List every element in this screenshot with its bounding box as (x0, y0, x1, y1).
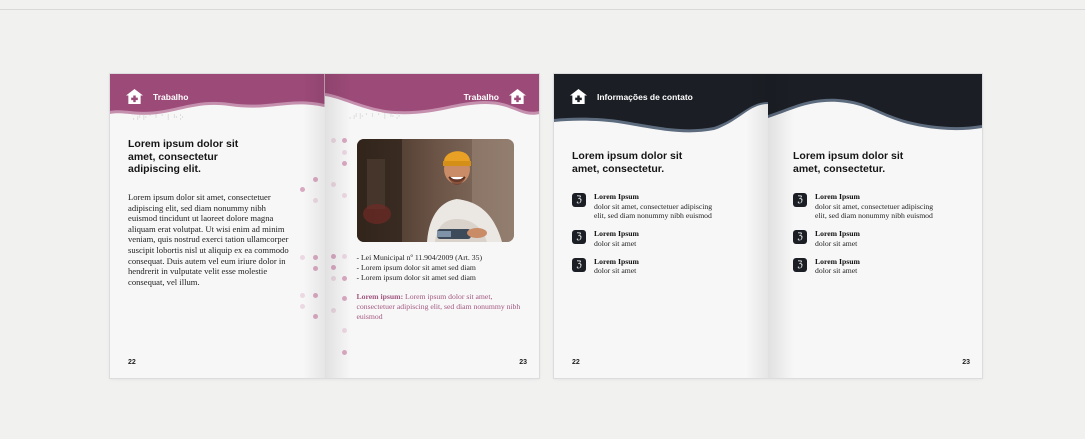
page-22-work: Trabalho ⠠⠞⠗⠁⠃⠁⠇⠓⠕ Lorem ipsum dolor sit… (110, 74, 325, 378)
house-plus-icon (126, 88, 143, 105)
page-title: Lorem ipsum dolor sit amet, consectetur. (793, 150, 904, 175)
law-bullets: - Lei Municipal nº 11.904/2009 (Art. 35)… (357, 253, 527, 283)
section-header: Informações de contato (569, 88, 693, 105)
contact-item: ℨ Lorem Ipsum dolor sit amet, consectetue… (793, 192, 935, 221)
photo-smiling-man (356, 139, 514, 242)
bullet-item: - Lei Municipal nº 11.904/2009 (Art. 35) (356, 253, 483, 262)
contact-title: Lorem Ipsum (815, 192, 860, 201)
highlight-note-label: Lorem ipsum: (356, 292, 404, 301)
contact-text: dolor sit amet, consectetuer adipiscing … (815, 201, 934, 221)
contact-item: ℨ Lorem Ipsum dolor sit amet (572, 257, 714, 276)
contact-item: ℨ Lorem Ipsum dolor sit amet, consectetue… (572, 192, 714, 221)
contact-item: ℨ Lorem Ipsum dolor sit amet (793, 257, 935, 276)
house-plus-icon (509, 88, 526, 105)
hearing-assist-icon: ℨ (572, 230, 586, 245)
contact-list: ℨ Lorem Ipsum dolor sit amet, consectetue… (572, 192, 714, 284)
contact-title: Lorem Ipsum (594, 256, 639, 266)
top-divider (0, 9, 1085, 10)
braille-text: ⠠⠞⠗⠁⠃⠁⠇⠓⠕ (130, 114, 186, 122)
contact-text: dolor sit amet, consectetuer adipiscing … (594, 201, 713, 221)
section-header-label: Informações de contato (597, 91, 693, 102)
page-23-contact: Lorem ipsum dolor sit amet, consectetur.… (768, 74, 982, 378)
hearing-assist-icon: ℨ (793, 193, 807, 207)
page-number: 23 (519, 359, 527, 366)
page-title: Lorem ipsum dolor sit amet, consectetur. (572, 150, 683, 175)
hearing-assist-icon: ℨ (793, 230, 807, 245)
page-22-contact: Informações de contato Lorem ipsum dolor… (554, 74, 768, 378)
contact-title: Lorem Ipsum (815, 229, 860, 239)
contact-title: Lorem Ipsum (594, 192, 639, 201)
contact-list: ℨ Lorem Ipsum dolor sit amet, consectetue… (793, 192, 935, 284)
bullet-item: - Lorem ipsum dolor sit amet sed diam (356, 263, 476, 272)
highlight-note: Lorem ipsum: Lorem ipsum dolor sit amet,… (357, 292, 522, 321)
contact-title: Lorem Ipsum (815, 256, 860, 266)
bullet-item: - Lorem ipsum dolor sit amet sed diam (356, 273, 476, 282)
section-header: Trabalho (464, 88, 527, 105)
contact-item: ℨ Lorem Ipsum dolor sit amet (793, 229, 935, 248)
house-plus-icon (570, 88, 587, 105)
contact-item: ℨ Lorem Ipsum dolor sit amet (572, 229, 714, 248)
contact-text: dolor sit amet (594, 266, 637, 276)
header-wave (768, 74, 982, 131)
contact-text: dolor sit amet (594, 238, 637, 248)
page-title: Lorem ipsum dolor sit amet, consectetur … (128, 138, 239, 175)
section-header-label: Trabalho (153, 91, 189, 102)
booklet-spread-contact: Informações de contato Lorem ipsum dolor… (554, 74, 982, 378)
hearing-assist-icon: ℨ (793, 257, 807, 272)
page-number: 22 (572, 359, 580, 366)
page-number: 23 (962, 359, 970, 366)
booklet-spread-work: Trabalho ⠠⠞⠗⠁⠃⠁⠇⠓⠕ Lorem ipsum dolor sit… (110, 74, 539, 378)
page-23-work: Trabalho ⠠⠞⠗⠁⠃⠁⠇⠓⠕ - Lei Municipal nº 11… (324, 74, 539, 378)
contact-title: Lorem Ipsum (594, 229, 639, 239)
contact-text: dolor sit amet (815, 238, 858, 248)
section-header: Trabalho (125, 88, 188, 105)
hearing-assist-icon: ℨ (572, 257, 586, 272)
contact-text: dolor sit amet (815, 266, 858, 276)
body-paragraph: Lorem ipsum dolor sit amet, consectetuer… (128, 192, 289, 287)
section-header-label: Trabalho (463, 91, 499, 102)
hearing-assist-icon: ℨ (572, 193, 586, 207)
braille-text: ⠠⠞⠗⠁⠃⠁⠇⠓⠕ (346, 113, 402, 121)
page-number: 22 (128, 359, 136, 366)
